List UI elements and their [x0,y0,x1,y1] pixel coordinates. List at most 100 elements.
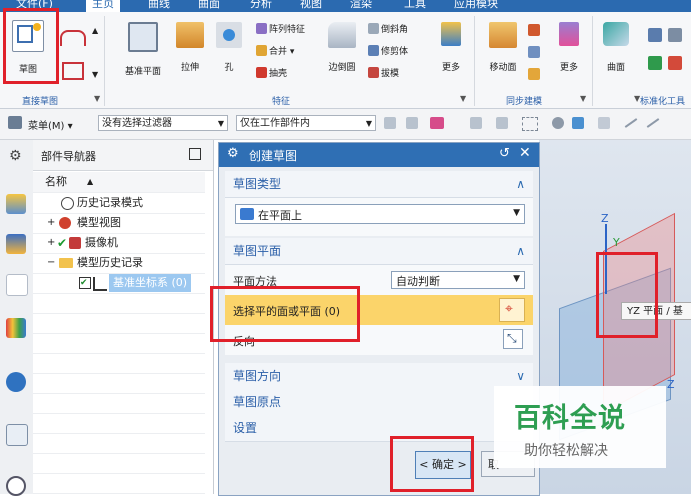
offset-face-icon[interactable] [528,24,540,36]
snap-icon[interactable] [572,117,584,129]
line-icon[interactable] [646,118,660,128]
std-tool-icon[interactable] [648,56,662,70]
reverse-direction-button[interactable]: ⤡ [503,329,523,349]
tab-surface[interactable]: 曲面 [198,0,220,12]
tree-item[interactable]: + 模型视图 [33,213,205,234]
feature-group-expand-icon[interactable]: ▼ [460,94,466,103]
hole-icon [216,22,242,48]
replace-face-icon[interactable] [528,46,540,58]
tab-curve[interactable]: 曲线 [148,0,170,12]
tab-analysis[interactable]: 分析 [250,0,272,12]
sync-group-label: 同步建模 [506,97,543,107]
shell-button[interactable]: 抽壳 [256,66,287,79]
gear-icon[interactable]: ⚙ [227,146,239,161]
part-navigator-icon[interactable] [6,274,28,296]
plane-method-value: 自动判断 [396,275,440,288]
datum-plane-button[interactable]: 基准平面 [116,22,170,77]
dropdown-arrow-icon: ▼ [217,119,224,128]
snap-icon[interactable] [406,117,418,129]
checkbox[interactable]: ✔ [79,277,91,289]
history-icon[interactable] [6,424,28,446]
snap-icon[interactable] [430,117,444,129]
gear-icon[interactable]: ⚙ [9,148,22,164]
hole-button[interactable]: 孔 [214,22,244,73]
sketch-plane-section-header[interactable]: 草图平面 ∧ [225,238,533,265]
watermark-title: 百科全说 [514,403,626,434]
chevron-down-icon[interactable]: ▼ [92,70,98,79]
snap-icon[interactable] [598,117,610,129]
maximize-icon[interactable] [189,148,201,160]
tree-item[interactable]: + ✔ 摄像机 [33,233,205,254]
clock-icon[interactable] [6,476,26,496]
arc-icon[interactable] [60,30,86,46]
edge-blend-button[interactable]: 边倒圆 [322,22,362,73]
sketch-type-section-header[interactable]: 草图类型 ∧ [225,171,533,198]
unite-button[interactable]: 合并 ▾ [256,44,294,57]
column-header-name[interactable]: 名称 [45,172,67,192]
scope-dropdown[interactable]: 仅在工作部件内 ▼ [236,115,376,131]
std-tool-icon[interactable] [648,28,662,42]
trim-body-button[interactable]: 修剪体 [368,44,408,57]
tree-item[interactable]: ✔ 基准坐标系 (0) [33,273,205,294]
unite-icon [256,45,267,56]
settings-section-header[interactable]: 设置 [225,415,533,442]
resource-bar: ⚙ [0,140,34,496]
section-title: 草图类型 [233,177,282,191]
collapse-chevron-icon[interactable]: ∧ [516,171,525,197]
std-tool-icon[interactable] [668,56,682,70]
constraint-navigator-icon[interactable] [6,234,26,254]
sync-group-expand-icon[interactable]: ▼ [580,94,586,103]
snap-icon[interactable] [470,117,482,129]
snap-icon[interactable] [496,117,508,129]
reset-icon[interactable]: ↺ [499,146,510,161]
snap-icon[interactable] [384,117,396,129]
draft-button[interactable]: 拔模 [368,66,399,79]
assembly-navigator-icon[interactable] [6,194,26,214]
chevron-up-icon[interactable]: ▲ [92,26,98,35]
more-sync-button[interactable]: 更多 [554,22,584,73]
web-browser-icon[interactable] [6,372,26,392]
plane-method-dropdown[interactable]: 自动判断 ▼ [391,271,525,289]
tree-item[interactable]: − 模型历史记录 [33,253,205,274]
more-features-label: 更多 [441,63,460,73]
tab-tools[interactable]: 工具 [404,0,426,12]
tab-home[interactable]: 主页 [86,0,120,12]
tab-applications[interactable]: 应用模块 [454,0,498,12]
more-features-button[interactable]: 更多 [436,22,466,73]
pattern-feature-label: 阵列特征 [269,25,306,35]
tab-render[interactable]: 渲染 [350,0,372,12]
reuse-library-icon[interactable] [6,318,26,338]
tree-empty-row [33,373,205,394]
menu-button[interactable]: 菜单(M) ▾ [28,117,73,132]
collapse-chevron-icon[interactable]: ∧ [516,238,525,264]
move-face-button[interactable]: 移动面 [484,22,522,73]
tab-view[interactable]: 视图 [300,0,322,12]
collapse-icon[interactable]: − [47,253,55,273]
type-filter-dropdown[interactable]: 没有选择过滤器 ▼ [98,115,228,131]
reverse-arrows-icon: ⤡ [507,331,517,345]
group-expand-icon[interactable]: ▼ [94,94,100,103]
snap-icon[interactable] [552,117,564,129]
selection-box-icon[interactable] [522,117,538,131]
ribbon-tab-bar: 文件(F) 主页 曲线 曲面 分析 视图 渲染 工具 应用模块 [0,0,691,12]
tree-item-label: 摄像机 [85,236,118,249]
line-icon[interactable] [624,118,638,128]
pattern-feature-button[interactable]: 阵列特征 [256,22,305,35]
sketch-origin-section-header[interactable]: 草图原点 [225,389,533,416]
delete-face-icon[interactable] [528,68,540,80]
rectangle-icon[interactable] [62,62,84,80]
crosshair-select-button[interactable]: ⌖ [499,298,525,322]
expand-icon[interactable]: + [47,213,55,233]
annotation-box-select-plane [210,286,360,342]
surface-button[interactable]: 曲面 [600,22,632,73]
sketch-direction-section-header[interactable]: 草图方向 ∨ [225,363,533,390]
std-tool-icon[interactable] [668,28,682,42]
tree-item[interactable]: 历史记录模式 [33,193,205,214]
extrude-button[interactable]: 拉伸 [172,22,208,73]
expand-icon[interactable]: + [47,233,55,253]
sort-ascending-icon[interactable]: ▲ [87,172,93,192]
sketch-type-dropdown[interactable]: 在平面上 ▼ [235,204,525,224]
checkmark-icon: ✔ [57,236,68,250]
chamfer-button[interactable]: 倒斜角 [368,22,408,35]
close-icon[interactable]: ✕ [519,145,531,161]
